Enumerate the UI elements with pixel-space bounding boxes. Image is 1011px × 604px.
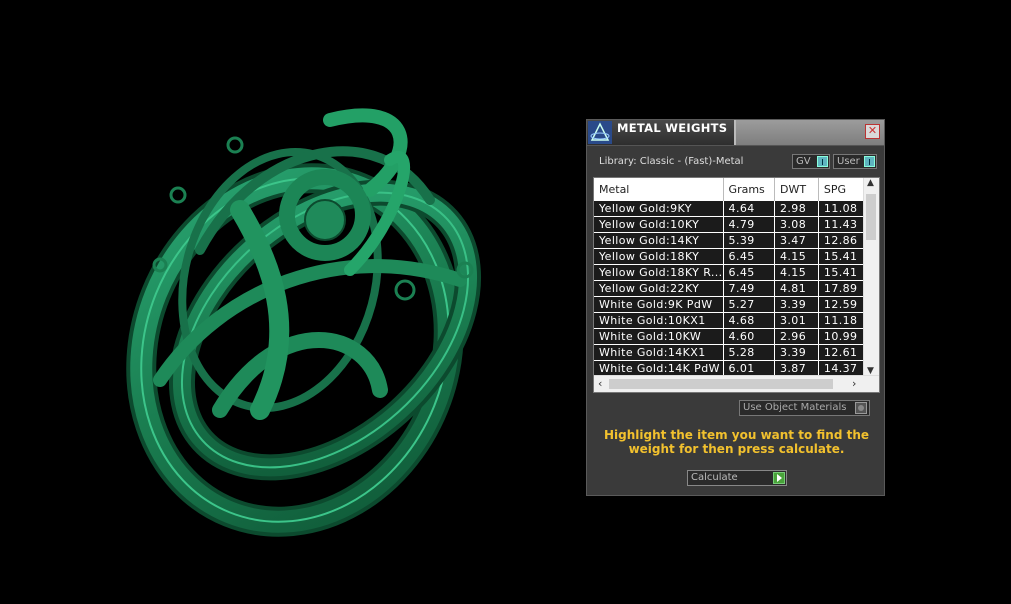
scroll-up-icon[interactable]: ▲ — [867, 178, 874, 188]
radio-icon[interactable] — [855, 402, 867, 414]
table-cell[interactable]: 6.45 — [723, 264, 776, 281]
table-cell[interactable]: 5.28 — [723, 344, 776, 361]
gv-toggle-label: GV — [796, 156, 811, 167]
table-cell[interactable]: 3.01 — [774, 312, 819, 329]
table-cell[interactable]: Yellow Gold:14KY — [594, 232, 724, 249]
table-cell[interactable]: 3.39 — [774, 296, 819, 313]
table-cell[interactable]: 5.39 — [723, 232, 776, 249]
table-cell[interactable]: 4.79 — [723, 216, 776, 233]
library-label: Library: Classic - (Fast)-Metal — [599, 156, 744, 167]
column-header-grams[interactable]: Grams — [723, 178, 776, 201]
table-cell[interactable]: Yellow Gold:18KY R... — [594, 264, 724, 281]
calculate-button[interactable]: Calculate — [687, 470, 787, 486]
table-cell[interactable]: 12.86 — [818, 232, 865, 249]
table-cell[interactable]: 2.96 — [774, 328, 819, 345]
table-cell[interactable]: White Gold:10KX1 — [594, 312, 724, 329]
table-cell[interactable]: Yellow Gold:22KY — [594, 280, 724, 297]
table-row[interactable]: Yellow Gold:9KY 4.64 2.98 11.08 — [594, 201, 865, 217]
3d-viewport[interactable]: METAL WEIGHTS ✕ Library: Classic - (Fast… — [0, 0, 1011, 604]
table-cell[interactable]: White Gold:14KX1 — [594, 344, 724, 361]
table-cell[interactable]: 15.41 — [818, 264, 865, 281]
table-cell[interactable]: 14.37 — [818, 360, 865, 376]
column-header-dwt[interactable]: DWT — [774, 178, 819, 201]
table-cell[interactable]: 10.99 — [818, 328, 865, 345]
panel-title: METAL WEIGHTS — [617, 121, 728, 135]
table-cell[interactable]: 15.41 — [818, 248, 865, 265]
table-cell[interactable]: 4.15 — [774, 264, 819, 281]
metal-weights-panel: METAL WEIGHTS ✕ Library: Classic - (Fast… — [586, 119, 885, 496]
table-cell[interactable]: 7.49 — [723, 280, 776, 297]
metal-weights-table: Metal Grams DWT SPG Yellow Gold:9KY 4.64 2… — [594, 178, 865, 376]
table-cell[interactable]: 4.68 — [723, 312, 776, 329]
horizontal-scrollbar[interactable]: ‹ › — [594, 375, 879, 392]
table-row[interactable]: Yellow Gold:18KY R... 6.45 4.15 15.41 — [594, 264, 865, 281]
table-cell[interactable]: 3.87 — [774, 360, 819, 376]
table-viewport: Metal Grams DWT SPG Yellow Gold:9KY 4.64 2… — [594, 178, 865, 376]
column-header-metal[interactable]: Metal — [594, 178, 724, 201]
table-row[interactable]: White Gold:10KW 4.60 2.96 10.99 — [594, 328, 865, 345]
table-cell[interactable]: Yellow Gold:9KY — [594, 201, 724, 217]
horizontal-scroll-thumb[interactable] — [609, 379, 833, 389]
ring-model[interactable] — [120, 80, 520, 540]
table-cell[interactable]: 4.60 — [723, 328, 776, 345]
table-cell[interactable]: White Gold:14K PdW — [594, 360, 724, 376]
metal-table: Metal Grams DWT SPG Yellow Gold:9KY 4.64 2… — [593, 177, 880, 393]
table-cell[interactable]: 3.08 — [774, 216, 819, 233]
use-object-materials-option[interactable]: Use Object Materials — [739, 400, 870, 416]
instruction-text: Highlight the item you want to find the … — [603, 428, 870, 456]
table-row[interactable]: Yellow Gold:22KY 7.49 4.81 17.89 — [594, 280, 865, 297]
play-icon[interactable] — [773, 472, 785, 484]
user-toggle[interactable]: User — [833, 154, 877, 169]
table-row[interactable]: White Gold:14K PdW 6.01 3.87 14.37 — [594, 360, 865, 376]
table-cell[interactable]: 3.47 — [774, 232, 819, 249]
calculate-label: Calculate — [691, 472, 738, 483]
scroll-left-icon[interactable]: ‹ — [598, 377, 602, 390]
close-icon[interactable]: ✕ — [865, 124, 880, 139]
table-cell[interactable]: 11.43 — [818, 216, 865, 233]
table-cell[interactable]: 12.59 — [818, 296, 865, 313]
column-header-spg[interactable]: SPG — [818, 178, 865, 201]
vertical-scrollbar[interactable]: ▲ ▼ — [863, 178, 879, 376]
table-row[interactable]: Yellow Gold:10KY 4.79 3.08 11.43 — [594, 216, 865, 233]
table-cell[interactable]: 17.89 — [818, 280, 865, 297]
table-header-row: Metal Grams DWT SPG — [594, 178, 865, 201]
table-cell[interactable]: 6.01 — [723, 360, 776, 376]
vertical-scroll-thumb[interactable] — [866, 194, 876, 240]
table-row[interactable]: White Gold:10KX1 4.68 3.01 11.18 — [594, 312, 865, 329]
title-tab: METAL WEIGHTS — [587, 120, 736, 145]
toggle-switch-icon — [817, 156, 828, 167]
table-cell[interactable]: 6.45 — [723, 248, 776, 265]
table-row[interactable]: Yellow Gold:18KY 6.45 4.15 15.41 — [594, 248, 865, 265]
table-cell[interactable]: 2.98 — [774, 201, 819, 217]
gv-toggle[interactable]: GV — [792, 154, 830, 169]
table-cell[interactable]: 11.08 — [818, 201, 865, 217]
pyramid-logo-icon — [588, 121, 612, 144]
scroll-right-icon[interactable]: › — [852, 377, 856, 390]
user-toggle-label: User — [837, 156, 860, 167]
table-cell[interactable]: 5.27 — [723, 296, 776, 313]
panel-titlebar[interactable]: METAL WEIGHTS ✕ — [587, 120, 884, 146]
use-object-materials-label: Use Object Materials — [743, 402, 847, 413]
table-cell[interactable]: 12.61 — [818, 344, 865, 361]
table-row[interactable]: White Gold:14KX1 5.28 3.39 12.61 — [594, 344, 865, 361]
table-cell[interactable]: 4.81 — [774, 280, 819, 297]
table-cell[interactable]: White Gold:9K PdW — [594, 296, 724, 313]
table-cell[interactable]: White Gold:10KW — [594, 328, 724, 345]
toggle-switch-icon — [864, 156, 875, 167]
table-row[interactable]: Yellow Gold:14KY 5.39 3.47 12.86 — [594, 232, 865, 249]
table-row[interactable]: White Gold:9K PdW 5.27 3.39 12.59 — [594, 296, 865, 313]
table-cell[interactable]: 4.15 — [774, 248, 819, 265]
table-cell[interactable]: 3.39 — [774, 344, 819, 361]
table-cell[interactable]: Yellow Gold:10KY — [594, 216, 724, 233]
table-cell[interactable]: 4.64 — [723, 201, 776, 217]
table-cell[interactable]: Yellow Gold:18KY — [594, 248, 724, 265]
table-cell[interactable]: 11.18 — [818, 312, 865, 329]
